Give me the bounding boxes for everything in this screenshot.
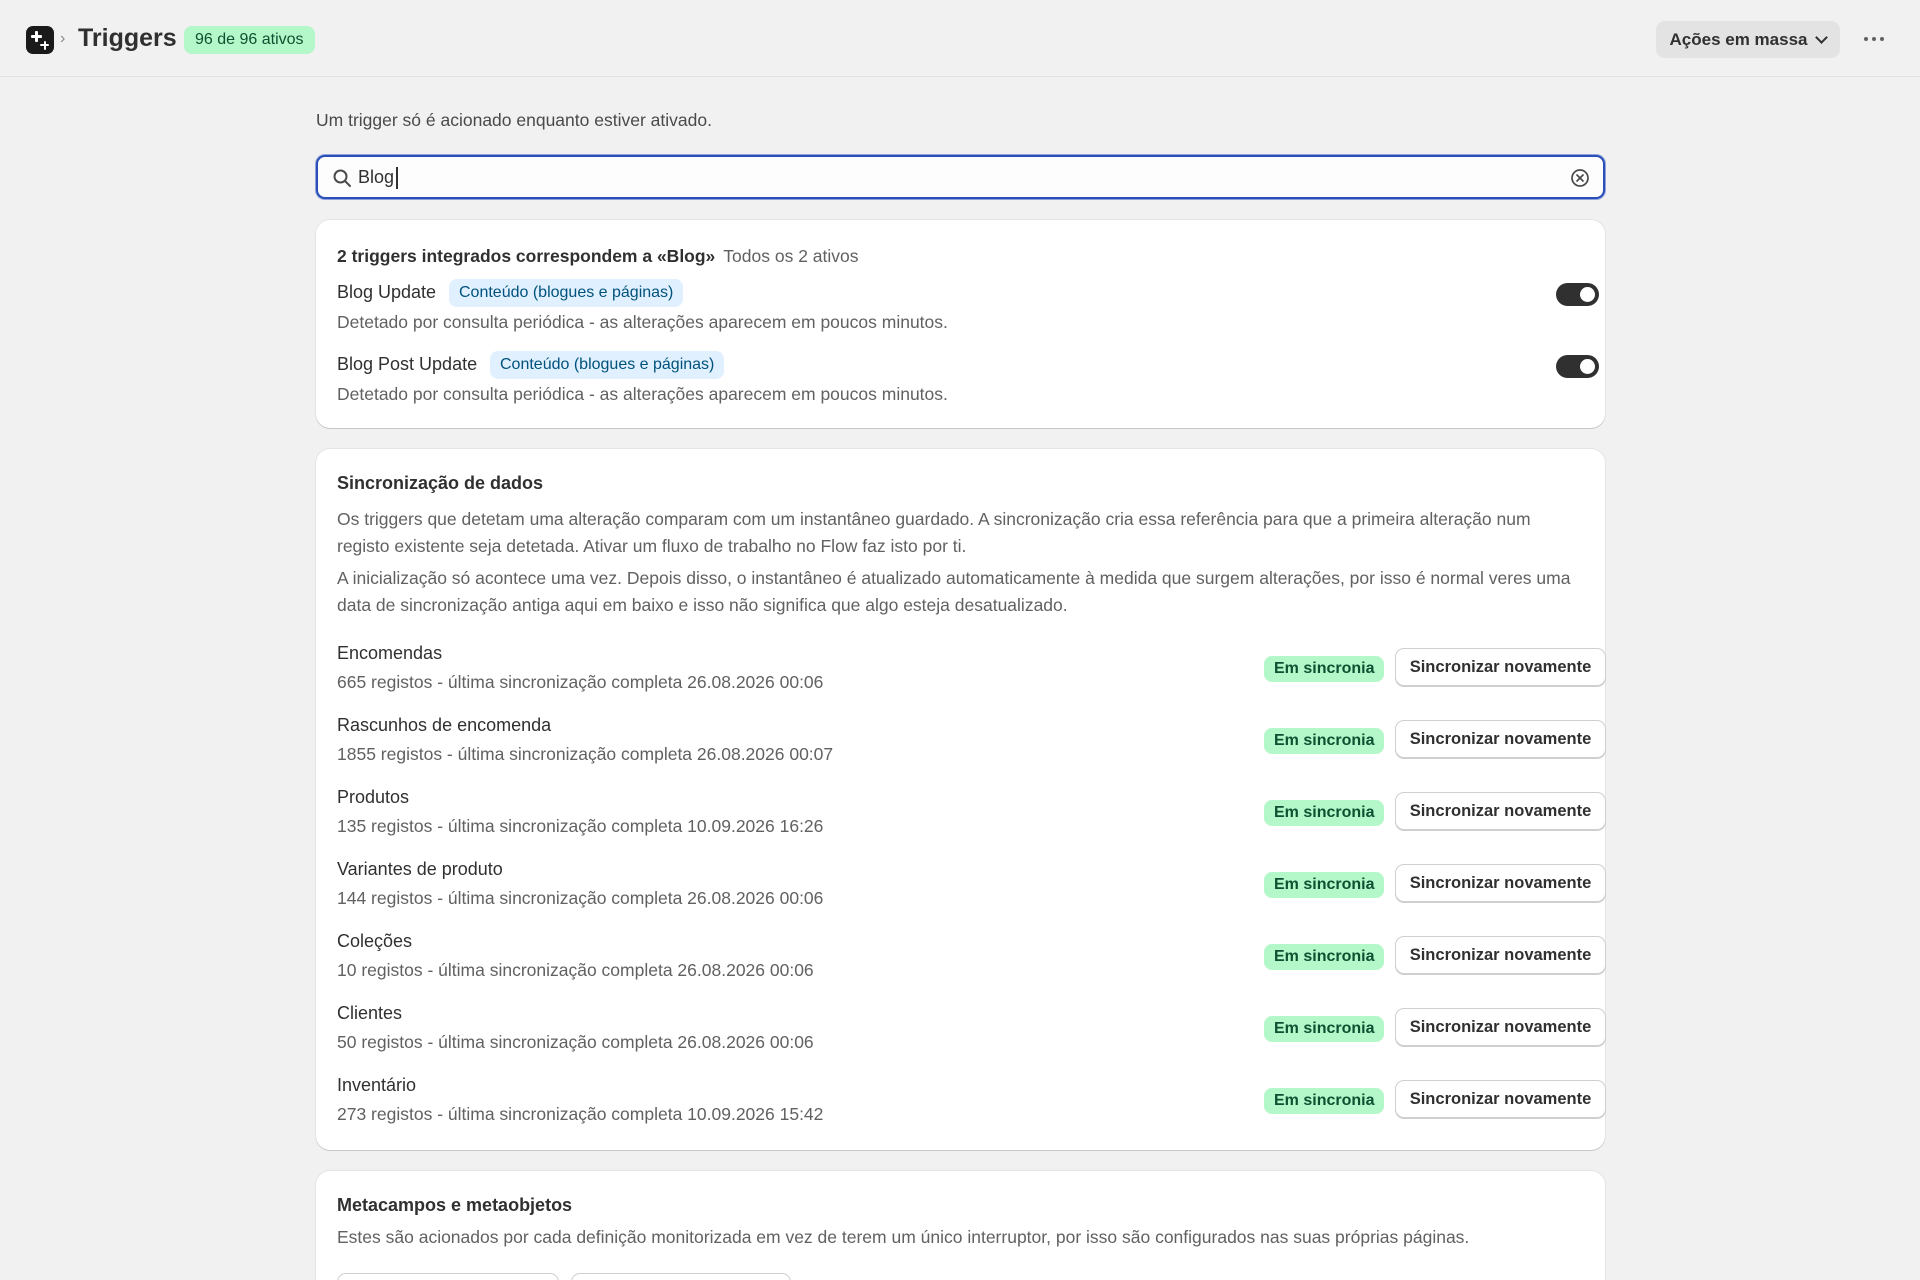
dot-icon (1880, 37, 1884, 41)
sync-row-title: Encomendas (337, 643, 443, 663)
trigger-name: Blog Post Update (337, 354, 478, 374)
trigger-toggle[interactable] (1556, 355, 1599, 378)
status-badge: Em sincronia (1264, 1088, 1385, 1114)
dot-icon (1864, 37, 1868, 41)
trigger-name: Blog Update (337, 282, 437, 302)
status-badge: Em sincronia (1264, 1016, 1385, 1042)
status-badge: Em sincronia (1264, 944, 1385, 970)
resync-button[interactable]: Sincronizar novamente (1395, 1080, 1606, 1118)
data-sync-card: Sincronização de dados Os triggers que d… (316, 449, 1606, 1150)
flow-app-icon[interactable] (26, 26, 54, 54)
sync-row: Variantes de produto 144 registos - últi… (337, 859, 1606, 919)
sync-note: A inicialização só acontece uma vez. Dep… (337, 568, 1571, 615)
matches-heading: 2 triggers integrados correspondem a «Bl… (337, 246, 859, 267)
search-icon (333, 169, 351, 187)
resync-button[interactable]: Sincronizar novamente (1395, 648, 1606, 686)
metafields-link-button[interactable] (337, 1273, 559, 1280)
resync-button[interactable]: Sincronizar novamente (1395, 936, 1606, 974)
resync-button[interactable]: Sincronizar novamente (1395, 720, 1606, 758)
more-actions-button[interactable] (1862, 28, 1886, 50)
top-bar: › Triggers 96 de 96 ativos Ações em mass… (0, 0, 1920, 77)
dot-icon (1872, 37, 1876, 41)
section-title: Sincronização de dados (337, 473, 544, 493)
sync-row-meta: 10 registos - última sincronização compl… (337, 960, 814, 980)
metafields-description: Estes são acionados por cada definição m… (337, 1227, 1470, 1247)
resync-button[interactable]: Sincronizar novamente (1395, 1008, 1606, 1046)
sync-row-title: Variantes de produto (337, 859, 503, 879)
bulk-actions-label: Ações em massa (1669, 29, 1808, 49)
chevron-down-icon (1815, 30, 1829, 44)
toggle-knob (1580, 359, 1595, 374)
intro-text: Um trigger só é acionado enquanto estive… (316, 110, 712, 130)
search-field[interactable] (316, 155, 1605, 199)
sync-row-meta: 144 registos - última sincronização comp… (337, 888, 824, 908)
matches-subheading: Todos os 2 ativos (723, 246, 859, 266)
matches-heading-text: 2 triggers integrados correspondem a «Bl… (337, 246, 716, 266)
section-title: Metacampos e metaobjetos (337, 1195, 573, 1215)
text-caret (396, 167, 398, 189)
sync-row-title: Coleções (337, 931, 413, 951)
category-badge: Conteúdo (blogues e páginas) (449, 279, 684, 307)
matching-triggers-card: 2 triggers integrados correspondem a «Bl… (316, 220, 1605, 428)
metafields-card: Metacampos e metaobjetos Estes são acion… (316, 1171, 1605, 1280)
sync-row: Coleções 10 registos - última sincroniza… (337, 931, 1606, 991)
sync-row-meta: 1855 registos - última sincronização com… (337, 744, 834, 764)
clear-search-icon[interactable] (1570, 168, 1590, 188)
status-badge: Em sincronia (1264, 728, 1385, 754)
page-title: Triggers (78, 24, 177, 52)
sync-row: Inventário 273 registos - última sincron… (337, 1075, 1606, 1135)
sync-row-title: Produtos (337, 787, 410, 807)
sync-row: Produtos 135 registos - última sincroniz… (337, 787, 1606, 847)
sync-row: Clientes 50 registos - última sincroniza… (337, 1003, 1606, 1063)
bulk-actions-button[interactable]: Ações em massa (1656, 21, 1840, 58)
sync-row-meta: 273 registos - última sincronização comp… (337, 1104, 824, 1124)
sync-row-meta: 50 registos - última sincronização compl… (337, 1032, 814, 1052)
sync-row-meta: 135 registos - última sincronização comp… (337, 816, 824, 836)
sync-row: Encomendas 665 registos - última sincron… (337, 643, 1606, 703)
sync-row-title: Inventário (337, 1075, 417, 1095)
trigger-description: Detetado por consulta periódica - as alt… (337, 384, 948, 404)
sync-row-title: Rascunhos de encomenda (337, 715, 552, 735)
search-input[interactable] (358, 165, 1538, 189)
trigger-row: Blog Post Update Conteúdo (blogues e pág… (337, 351, 1599, 414)
trigger-toggle[interactable] (1556, 283, 1599, 306)
toggle-knob (1580, 287, 1595, 302)
sync-description: Os triggers que detetam uma alteração co… (337, 509, 1531, 556)
status-badge: Em sincronia (1264, 872, 1385, 898)
resync-button[interactable]: Sincronizar novamente (1395, 864, 1606, 902)
breadcrumb-chevron-icon: › (60, 30, 66, 47)
sync-row-title: Clientes (337, 1003, 403, 1023)
trigger-description: Detetado por consulta periódica - as alt… (337, 312, 948, 332)
status-badge: Em sincronia (1264, 800, 1385, 826)
sync-row: Rascunhos de encomenda 1855 registos - ú… (337, 715, 1606, 775)
active-count-badge: 96 de 96 ativos (184, 26, 315, 54)
status-badge: Em sincronia (1264, 656, 1385, 682)
category-badge: Conteúdo (blogues e páginas) (490, 351, 725, 379)
resync-button[interactable]: Sincronizar novamente (1395, 792, 1606, 830)
sync-row-meta: 665 registos - última sincronização comp… (337, 672, 824, 692)
trigger-row: Blog Update Conteúdo (blogues e páginas)… (337, 279, 1599, 342)
metaobjects-link-button[interactable] (571, 1273, 791, 1280)
